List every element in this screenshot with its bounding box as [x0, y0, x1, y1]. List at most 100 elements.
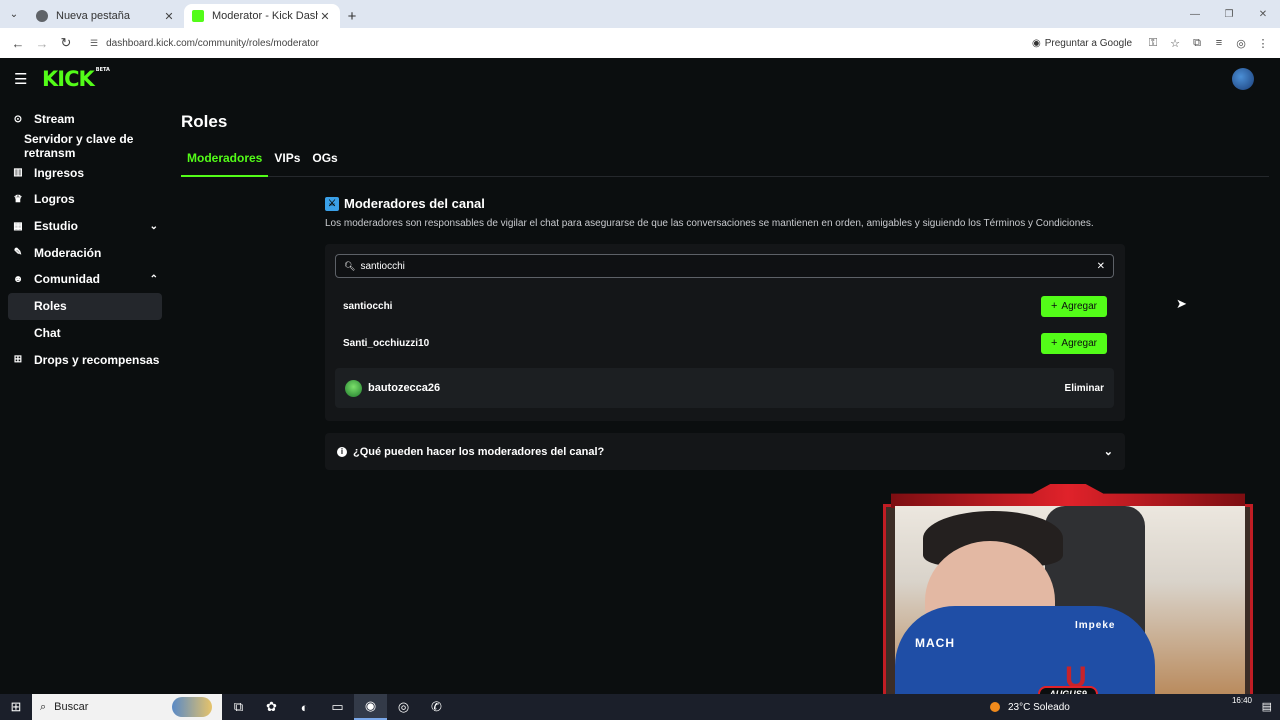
- result-username: Santi_occhiuzzi10: [343, 337, 430, 349]
- clock-time: 16:40: [1231, 696, 1252, 705]
- sidebar-item-label: Servidor y clave de retransm: [24, 132, 134, 161]
- taskbar-search[interactable]: ⌕ Buscar: [32, 694, 222, 720]
- lens-icon: ◉: [1031, 37, 1041, 49]
- search-input[interactable]: [360, 260, 1097, 272]
- ask-google-label: Preguntar a Google: [1044, 37, 1132, 49]
- sidebar-item-label: Ingresos: [34, 165, 85, 180]
- url-text: dashboard.kick.com/community/roles/moder…: [106, 37, 319, 49]
- search-field[interactable]: 🔍︎ ✕: [335, 254, 1114, 278]
- sidebar-item-achievements[interactable]: ♛ Logros: [0, 186, 170, 213]
- sidebar-item-label: Comunidad: [34, 272, 100, 287]
- sidebar-item-drops[interactable]: ⊞ Drops y recompensas: [0, 346, 170, 373]
- plus-icon: +: [1050, 337, 1058, 349]
- search-icon: 🔍︎: [344, 260, 356, 271]
- ask-google-button[interactable]: ◉ Preguntar a Google: [1032, 38, 1132, 49]
- close-tab-icon[interactable]: ✕: [318, 10, 332, 23]
- tab-title: Moderator - Kick Dashboard: [212, 10, 318, 22]
- profile-icon[interactable]: ◎: [1230, 32, 1252, 54]
- file-explorer-icon[interactable]: ▭: [321, 694, 354, 720]
- sidebar-item-revenue[interactable]: ▥ Ingresos: [0, 159, 170, 186]
- tab-list-dropdown-icon[interactable]: ⌄: [0, 0, 28, 28]
- media-control-icon[interactable]: ≡: [1208, 32, 1230, 54]
- kick-logo[interactable]: KICK BETA: [42, 67, 110, 91]
- add-moderator-button[interactable]: + Agregar: [1041, 295, 1107, 317]
- minimize-icon[interactable]: —: [1178, 0, 1212, 28]
- beta-tag: BETA: [95, 67, 110, 73]
- extensions-icon[interactable]: ⧉: [1186, 32, 1208, 54]
- chart-icon: ▥: [13, 167, 23, 179]
- sidebar-item-label: Logros: [34, 192, 75, 207]
- moderators-section: ⚔ Moderadores del canal Los moderadores …: [325, 196, 1125, 470]
- sidebar-item-label: Moderación: [34, 245, 102, 260]
- obs-icon[interactable]: ◎: [387, 694, 420, 720]
- tab-title: Nueva pestaña: [56, 10, 130, 22]
- search-icon: ⌕: [40, 700, 47, 713]
- password-key-icon[interactable]: ⚿: [1142, 32, 1164, 54]
- back-icon[interactable]: ←: [6, 31, 30, 55]
- broadcast-icon: ⊙: [13, 113, 23, 125]
- section-title-text: Moderadores del canal: [344, 196, 485, 211]
- sun-icon: [990, 702, 1000, 712]
- tab-ogs[interactable]: OGs: [306, 151, 343, 177]
- url-field[interactable]: ☰ dashboard.kick.com/community/roles/mod…: [84, 32, 1032, 54]
- whatsapp-icon[interactable]: ✆: [420, 694, 453, 720]
- close-window-icon[interactable]: ✕: [1246, 0, 1280, 28]
- avatar: [345, 379, 362, 397]
- top-navigation: ☰ KICK BETA: [0, 58, 1280, 100]
- tab-moderators[interactable]: Moderadores: [181, 151, 269, 177]
- grid-icon: ▦: [13, 220, 23, 232]
- shirt-sponsor-2: Impeke: [1075, 620, 1116, 631]
- plus-icon: +: [1050, 300, 1058, 312]
- sidebar-item-moderation[interactable]: ✎ Moderación: [0, 239, 170, 266]
- result-username: santiocchi: [343, 300, 393, 312]
- sidebar-item-label: Stream: [34, 112, 75, 127]
- new-tab-icon[interactable]: +: [340, 4, 364, 28]
- browser-tab-bar: ⌄ Nueva pestaña ✕ Moderator - Kick Dashb…: [0, 0, 1280, 28]
- sidebar-item-server-key[interactable]: Servidor y clave de retransm: [0, 132, 170, 161]
- add-moderator-button[interactable]: + Agregar: [1041, 332, 1107, 354]
- clock[interactable]: 16:40: [1232, 696, 1252, 706]
- sidebar-item-chat[interactable]: Chat: [0, 320, 170, 347]
- moderators-card: 🔍︎ ✕ santiocchi +Agregar Santi_occhiuzzi…: [325, 244, 1125, 421]
- menu-icon[interactable]: ☰: [14, 70, 32, 88]
- user-avatar[interactable]: [1232, 68, 1254, 90]
- clear-search-icon[interactable]: ✕: [1097, 261, 1105, 272]
- sidebar-item-stream[interactable]: ⊙ Stream: [0, 106, 170, 133]
- logo-text: KICK: [42, 67, 95, 91]
- chevron-up-icon: ⌃: [149, 273, 158, 285]
- windows-start-icon[interactable]: ⊞: [0, 694, 32, 720]
- chrome-icon[interactable]: ◉: [354, 694, 387, 720]
- moderator-username[interactable]: bautozecca26: [368, 382, 1065, 394]
- weather-widget[interactable]: 23°C Soleado: [990, 694, 1070, 720]
- restore-icon[interactable]: ❐: [1212, 0, 1246, 28]
- bookmark-star-icon[interactable]: ☆: [1164, 32, 1186, 54]
- task-view-icon[interactable]: ⧉: [222, 694, 255, 720]
- notifications-icon[interactable]: ▤: [1262, 700, 1272, 713]
- close-tab-icon[interactable]: ✕: [162, 10, 176, 23]
- sidebar-item-label: Chat: [34, 325, 61, 340]
- more-menu-icon[interactable]: ⋮: [1252, 32, 1274, 54]
- site-info-icon[interactable]: ☰: [90, 38, 98, 49]
- faq-accordion[interactable]: i ¿Qué pueden hacer los moderadores del …: [325, 433, 1125, 470]
- moderator-row: bautozecca26 Eliminar: [335, 368, 1114, 408]
- tab-vips[interactable]: VIPs: [268, 151, 306, 177]
- weather-text: 23°C Soleado: [1008, 701, 1070, 713]
- taskbar-search-label: Buscar: [54, 701, 89, 713]
- browser-tab-kick[interactable]: Moderator - Kick Dashboard ✕: [184, 4, 340, 28]
- roles-tabs: Moderadores VIPs OGs: [181, 151, 1269, 177]
- webcam-frame-top: [891, 484, 1245, 508]
- chrome-icon: [36, 10, 48, 22]
- edge-icon[interactable]: ◐: [288, 694, 321, 720]
- remove-moderator-button[interactable]: Eliminar: [1065, 383, 1104, 394]
- forward-icon[interactable]: →: [30, 31, 54, 55]
- sidebar-item-community[interactable]: ☻ Comunidad ⌃: [0, 266, 170, 293]
- browser-tab-new[interactable]: Nueva pestaña ✕: [28, 4, 184, 28]
- sidebar-item-studio[interactable]: ▦ Estudio ⌄: [0, 213, 170, 240]
- chevron-down-icon: ⌄: [149, 220, 158, 232]
- copilot-icon[interactable]: ✿: [255, 694, 288, 720]
- address-bar: ← → ↻ ☰ dashboard.kick.com/community/rol…: [0, 28, 1280, 58]
- main-content: Roles Moderadores VIPs OGs ⚔ Moderadores…: [181, 112, 1269, 470]
- reload-icon[interactable]: ↻: [54, 31, 78, 55]
- shirt: MACH Impeke U: [895, 606, 1155, 696]
- sidebar-item-roles[interactable]: Roles: [8, 292, 162, 320]
